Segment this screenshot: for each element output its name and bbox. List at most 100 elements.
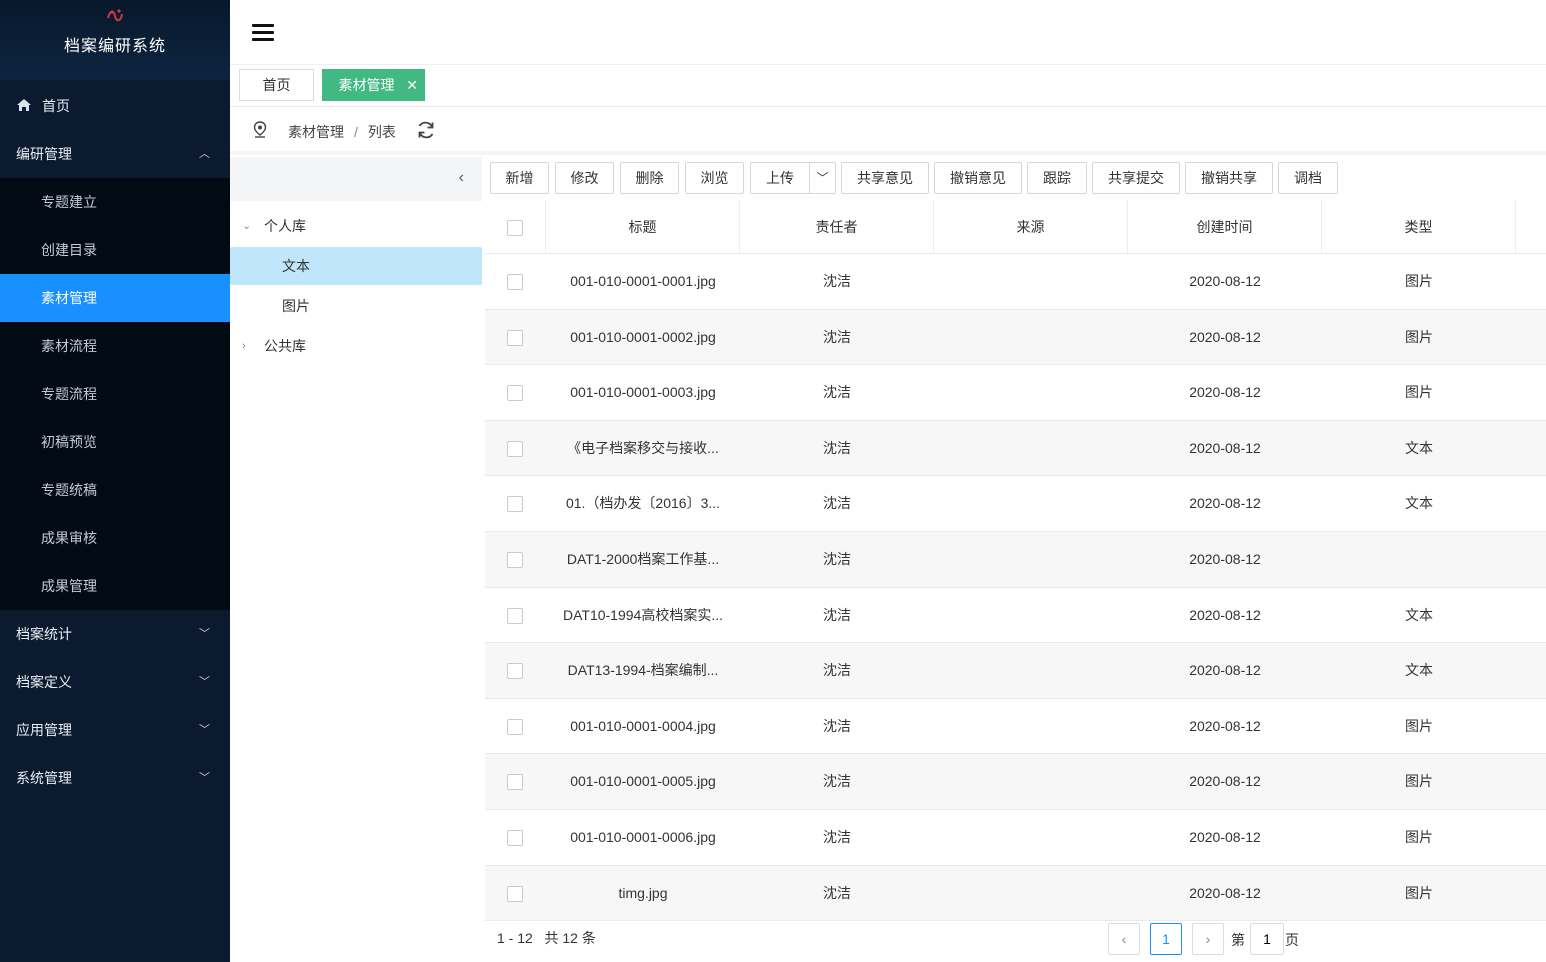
breadcrumb: 素材管理 / 列表	[288, 122, 396, 142]
tab-home[interactable]: 首页	[239, 69, 314, 101]
row-checkbox[interactable]	[507, 885, 523, 902]
tree-node-image[interactable]: 图片	[230, 287, 482, 325]
sub-item-result-review[interactable]: 成果审核	[0, 514, 230, 562]
cell-owner: 沈洁	[823, 550, 851, 567]
caret-right-icon[interactable]: ›	[242, 327, 246, 365]
revoke-share-button[interactable]: 撤销共享	[1185, 162, 1273, 194]
sub-item-topic-create[interactable]: 专题建立	[0, 178, 230, 226]
cell-date: 2020-08-12	[1189, 828, 1261, 845]
sub-item-topic-compile[interactable]: 专题统稿	[0, 466, 230, 514]
row-checkbox[interactable]	[507, 607, 523, 624]
menu-toggle-icon[interactable]	[252, 24, 274, 42]
table-row[interactable]: DAT1-2000档案工作基... 沈洁 2020-08-12	[485, 531, 1546, 588]
goto-suffix: 页	[1285, 932, 1299, 948]
row-checkbox[interactable]	[507, 329, 523, 346]
cell-title: DAT10-1994高校档案实...	[562, 606, 723, 623]
table-row[interactable]: 01.（档办发〔2016〕3... 沈洁 2020-08-12 文本	[485, 476, 1546, 532]
cell-type: 图片	[1405, 884, 1433, 901]
location-pin-icon	[252, 121, 268, 139]
table-row[interactable]: 001-010-0001-0003.jpg 沈洁 2020-08-12 图片	[485, 365, 1546, 421]
cell-owner: 沈洁	[823, 884, 851, 901]
sub-item-material-manage[interactable]: 素材管理	[0, 274, 230, 322]
retrieve-file-button[interactable]: 调档	[1278, 162, 1338, 194]
menu-group-system[interactable]: 系统管理 ﹀	[0, 754, 230, 802]
row-checkbox[interactable]	[507, 829, 523, 846]
table-body: 001-010-0001-0001.jpg 沈洁 2020-08-12 图片 001-0…	[485, 254, 1546, 922]
menu-group-application[interactable]: 应用管理 ﹀	[0, 706, 230, 754]
cell-owner: 沈洁	[823, 439, 851, 456]
tree-node-text[interactable]: 文本	[230, 247, 482, 285]
tree-node-personal[interactable]: ⌄ 个人库	[230, 207, 482, 245]
menu-group-statistics-label: 档案统计	[16, 626, 72, 642]
tree-node-public[interactable]: › 公共库	[230, 327, 482, 365]
cell-date: 2020-08-12	[1189, 662, 1261, 679]
cell-date: 2020-08-12	[1189, 606, 1261, 623]
page-number-current[interactable]: 1	[1150, 923, 1182, 955]
track-button[interactable]: 跟踪	[1027, 162, 1087, 194]
sub-item-result-manage[interactable]: 成果管理	[0, 562, 230, 610]
cell-source	[934, 754, 1128, 809]
sub-item-draft-preview[interactable]: 初稿预览	[0, 418, 230, 466]
row-checkbox[interactable]	[507, 274, 523, 290]
chevron-left-icon[interactable]: ‹	[459, 169, 464, 187]
goto-page-input[interactable]	[1250, 923, 1284, 955]
menu-group-definition[interactable]: 档案定义 ﹀	[0, 658, 230, 706]
row-checkbox[interactable]	[507, 385, 523, 402]
upload-button[interactable]: 上传 ﹀	[750, 162, 836, 194]
col-owner[interactable]: 责任者	[740, 200, 934, 254]
row-checkbox[interactable]	[507, 496, 523, 513]
table-row[interactable]: DAT13-1994-档案编制... 沈洁 2020-08-12 文本	[485, 643, 1546, 699]
menu-home[interactable]: 首页	[0, 82, 230, 130]
cell-title: 《电子档案移交与接收...	[567, 439, 719, 456]
record-range: 1 - 12	[497, 930, 533, 946]
table-row[interactable]: 001-010-0001-0001.jpg 沈洁 2020-08-12 图片	[485, 254, 1546, 310]
table-row[interactable]: 001-010-0001-0004.jpg 沈洁 2020-08-12 图片	[485, 699, 1546, 755]
menu-group-statistics[interactable]: 档案统计 ﹀	[0, 610, 230, 658]
cell-owner: 沈洁	[823, 495, 851, 512]
sub-item-catalog-create[interactable]: 创建目录	[0, 226, 230, 274]
share-submit-button[interactable]: 共享提交	[1092, 162, 1180, 194]
delete-button[interactable]: 删除	[620, 162, 679, 194]
row-checkbox[interactable]	[507, 718, 523, 735]
chevron-down-icon[interactable]: ﹀	[809, 163, 835, 193]
cell-owner: 沈洁	[823, 828, 851, 845]
menu-group-research[interactable]: 编研管理 ︿	[0, 130, 230, 178]
row-checkbox[interactable]	[507, 440, 523, 457]
tab-material-manage[interactable]: 素材管理 ✕	[322, 69, 425, 101]
cell-type: 图片	[1405, 717, 1433, 734]
table-row[interactable]: 001-010-0001-0002.jpg 沈洁 2020-08-12 图片	[485, 309, 1546, 366]
sub-item-material-flow[interactable]: 素材流程	[0, 322, 230, 370]
table-row[interactable]: 001-010-0001-0005.jpg 沈洁 2020-08-12 图片	[485, 754, 1546, 810]
select-all-checkbox[interactable]	[507, 220, 523, 236]
revoke-opinion-button[interactable]: 撤销意见	[934, 162, 1022, 194]
cell-owner: 沈洁	[823, 328, 851, 345]
breadcrumb-sep: /	[354, 124, 358, 140]
row-checkbox[interactable]	[507, 774, 523, 791]
table-row[interactable]: DAT10-1994高校档案实... 沈洁 2020-08-12 文本	[485, 588, 1546, 644]
col-type[interactable]: 类型	[1322, 200, 1516, 254]
cell-source	[934, 588, 1128, 643]
table-row[interactable]: 《电子档案移交与接收... 沈洁 2020-08-12 文本	[485, 420, 1546, 477]
sub-item-topic-flow[interactable]: 专题流程	[0, 370, 230, 418]
cell-owner: 沈洁	[823, 773, 851, 790]
add-button[interactable]: 新增	[490, 162, 549, 194]
col-created[interactable]: 创建时间	[1128, 200, 1322, 254]
edit-button[interactable]: 修改	[555, 162, 614, 194]
cell-title: timg.jpg	[618, 884, 668, 901]
prev-page-icon[interactable]: ‹	[1108, 923, 1140, 955]
cell-title: 001-010-0001-0001.jpg	[570, 273, 716, 289]
table-row[interactable]: timg.jpg 沈洁 2020-08-12 图片	[485, 865, 1546, 922]
row-checkbox[interactable]	[507, 663, 523, 680]
breadcrumb-section[interactable]: 素材管理	[288, 124, 344, 140]
caret-down-icon[interactable]: ⌄	[242, 207, 251, 245]
row-checkbox[interactable]	[507, 551, 523, 568]
table-row[interactable]: 001-010-0001-0006.jpg 沈洁 2020-08-12 图片	[485, 810, 1546, 866]
refresh-icon[interactable]	[416, 120, 436, 140]
next-page-icon[interactable]: ›	[1192, 923, 1224, 955]
goto-prefix: 第	[1231, 932, 1245, 948]
share-opinion-button[interactable]: 共享意见	[841, 162, 929, 194]
col-source[interactable]: 来源	[934, 200, 1128, 254]
close-icon[interactable]: ✕	[406, 70, 418, 100]
browse-button[interactable]: 浏览	[685, 162, 744, 194]
col-title[interactable]: 标题	[546, 200, 740, 254]
